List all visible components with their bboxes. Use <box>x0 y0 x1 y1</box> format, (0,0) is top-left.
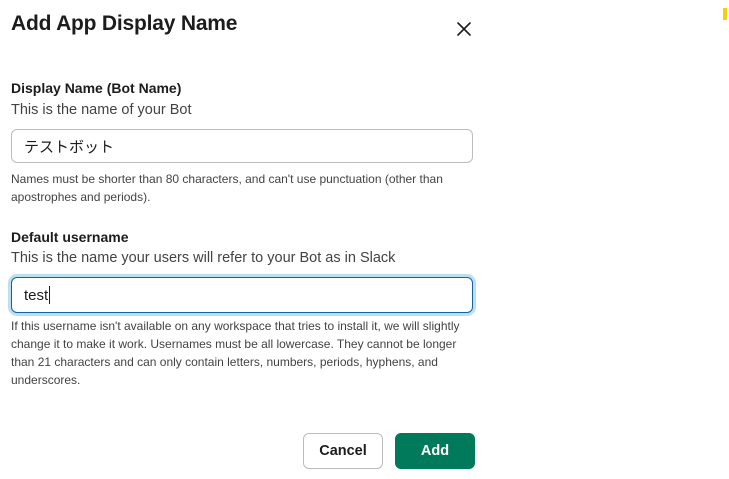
username-description: This is the name your users will refer t… <box>11 250 396 266</box>
add-button[interactable]: Add <box>395 433 475 469</box>
display-name-description: This is the name of your Bot <box>11 102 192 118</box>
display-name-hint: Names must be shorter than 80 characters… <box>11 172 443 204</box>
add-display-name-modal: Add App Display Name Display Name (Bot N… <box>0 0 490 479</box>
username-label: Default username <box>11 229 129 245</box>
edge-indicator <box>723 8 727 20</box>
username-hint: If this username isn't available on any … <box>11 319 460 387</box>
username-input[interactable]: test <box>11 277 473 313</box>
close-icon[interactable] <box>452 17 476 41</box>
username-value: test <box>24 286 49 304</box>
display-name-value: テストボット <box>24 138 115 156</box>
modal-title: Add App Display Name <box>11 12 238 35</box>
cancel-button[interactable]: Cancel <box>303 433 383 469</box>
text-caret <box>49 286 51 304</box>
display-name-label: Display Name (Bot Name) <box>11 80 182 96</box>
display-name-input[interactable]: テストボット <box>11 129 473 163</box>
